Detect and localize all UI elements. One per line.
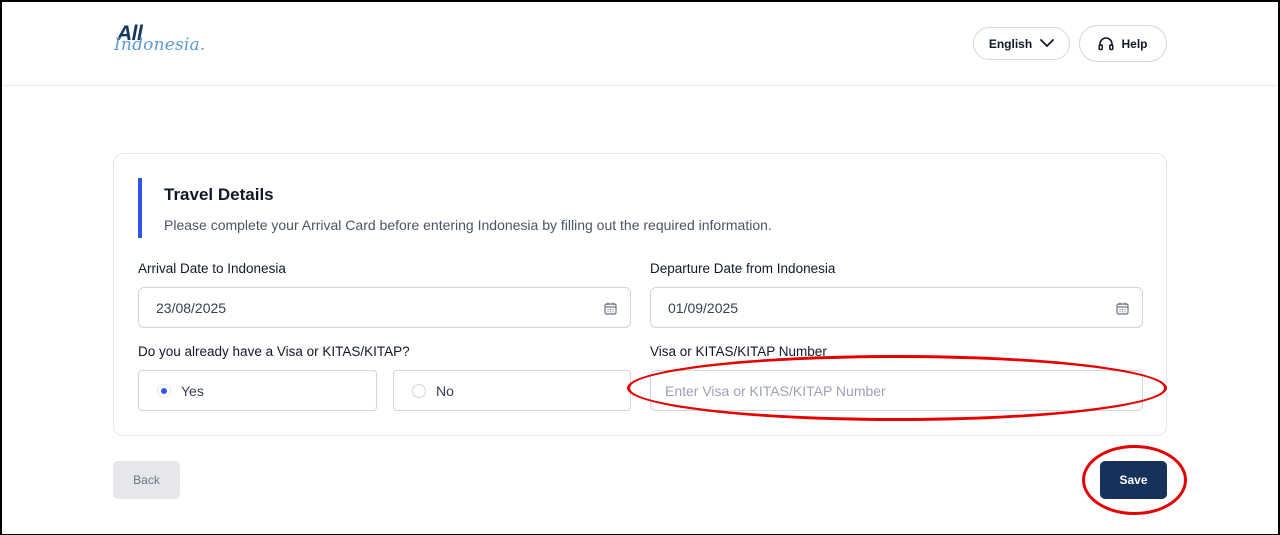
card-header: Travel Details Please complete your Arri… [138, 178, 772, 238]
visa-option-no-label: No [436, 382, 454, 399]
language-label: English [988, 36, 1033, 51]
visa-question-label: Do you already have a Visa or KITAS/KITA… [138, 344, 410, 359]
top-header: All Indonesia. English Help [0, 0, 1280, 86]
radio-selected-icon[interactable] [157, 383, 171, 398]
arrival-date-value: 23/08/2025 [156, 299, 227, 316]
all-indonesia-logo[interactable]: All Indonesia. [114, 22, 206, 64]
calendar-icon[interactable] [604, 302, 617, 315]
visa-number-input[interactable]: Enter Visa or KITAS/KITAP Number [650, 370, 1143, 411]
chevron-down-icon [1040, 39, 1055, 47]
headset-icon [1098, 36, 1115, 50]
departure-date-label: Departure Date from Indonesia [650, 261, 836, 276]
visa-number-placeholder: Enter Visa or KITAS/KITAP Number [665, 382, 886, 399]
help-label: Help [1121, 36, 1148, 51]
card-subtitle: Please complete your Arrival Card before… [164, 217, 772, 233]
card-title: Travel Details [164, 185, 274, 204]
departure-date-input[interactable]: 01/09/2025 [650, 287, 1143, 328]
save-button[interactable]: Save [1100, 461, 1167, 499]
visa-option-yes-label: Yes [181, 382, 204, 399]
language-selector[interactable]: English [973, 27, 1070, 60]
back-button[interactable]: Back [113, 461, 180, 499]
travel-details-card: Travel Details Please complete your Arri… [113, 153, 1167, 436]
calendar-icon[interactable] [1116, 302, 1129, 315]
logo-text-indonesia: Indonesia. [114, 35, 206, 55]
arrival-date-label: Arrival Date to Indonesia [138, 261, 286, 276]
radio-unselected-icon[interactable] [412, 383, 426, 398]
departure-date-value: 01/09/2025 [668, 299, 739, 316]
visa-option-no[interactable]: No [393, 370, 631, 411]
visa-number-label: Visa or KITAS/KITAP Number [650, 344, 827, 359]
visa-option-yes[interactable]: Yes [138, 370, 377, 411]
arrival-date-input[interactable]: 23/08/2025 [138, 287, 631, 328]
help-button[interactable]: Help [1079, 25, 1167, 62]
